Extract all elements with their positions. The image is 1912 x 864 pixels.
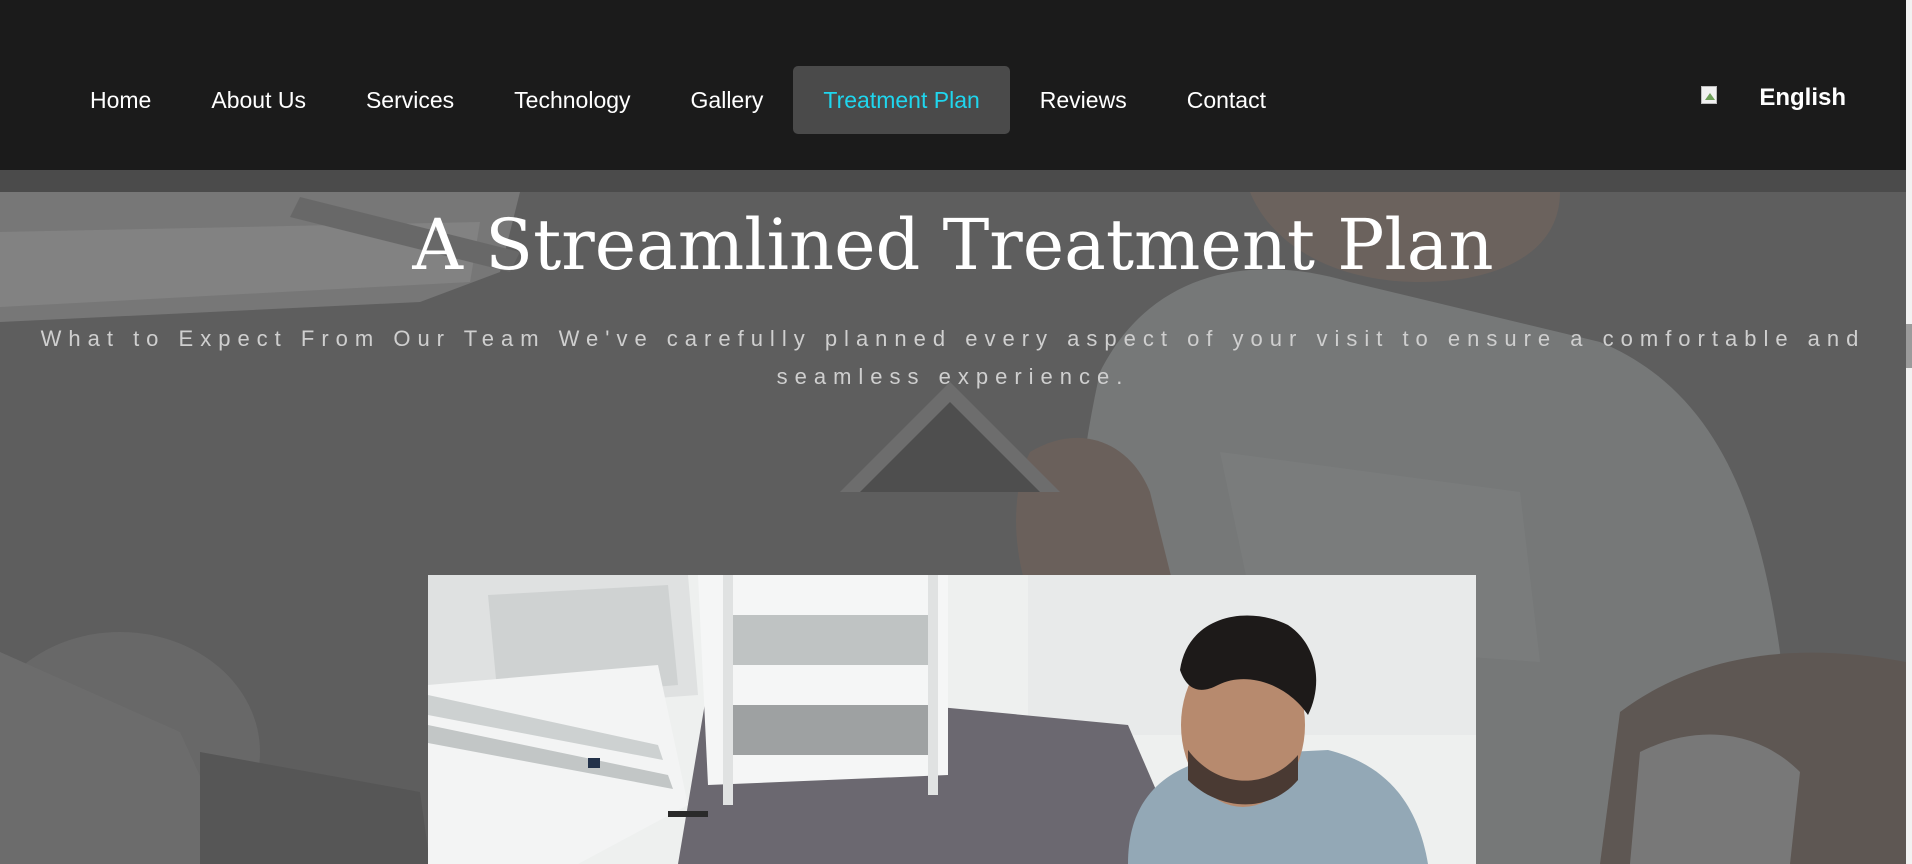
page: Home About Us Services Technology Galler… — [0, 0, 1912, 864]
treatment-photo — [428, 575, 1476, 864]
main-nav: Home About Us Services Technology Galler… — [60, 66, 1296, 134]
flag-icon — [1701, 86, 1725, 110]
hero-section: A Streamlined Treatment Plan What to Exp… — [0, 170, 1906, 864]
language-selector[interactable]: English — [1701, 84, 1846, 112]
nav-item-reviews[interactable]: Reviews — [1010, 66, 1157, 134]
nav-item-home[interactable]: Home — [60, 66, 181, 134]
nav-item-gallery[interactable]: Gallery — [661, 66, 794, 134]
hero-subtitle: What to Expect From Our Team We've caref… — [40, 326, 1866, 389]
scrollbar-thumb[interactable] — [1906, 324, 1912, 368]
hero-top-band — [0, 170, 1906, 192]
hero-title: A Streamlined Treatment Plan — [412, 204, 1494, 286]
scrollbar-track[interactable] — [1906, 0, 1912, 864]
site-header: Home About Us Services Technology Galler… — [0, 0, 1906, 170]
dentist-photo-image — [428, 575, 1476, 864]
nav-item-contact[interactable]: Contact — [1157, 66, 1296, 134]
language-label: English — [1759, 84, 1846, 111]
nav-item-treatment-plan[interactable]: Treatment Plan — [793, 66, 1010, 134]
nav-item-services[interactable]: Services — [336, 66, 484, 134]
nav-item-about-us[interactable]: About Us — [181, 66, 336, 134]
nav-item-technology[interactable]: Technology — [484, 66, 660, 134]
